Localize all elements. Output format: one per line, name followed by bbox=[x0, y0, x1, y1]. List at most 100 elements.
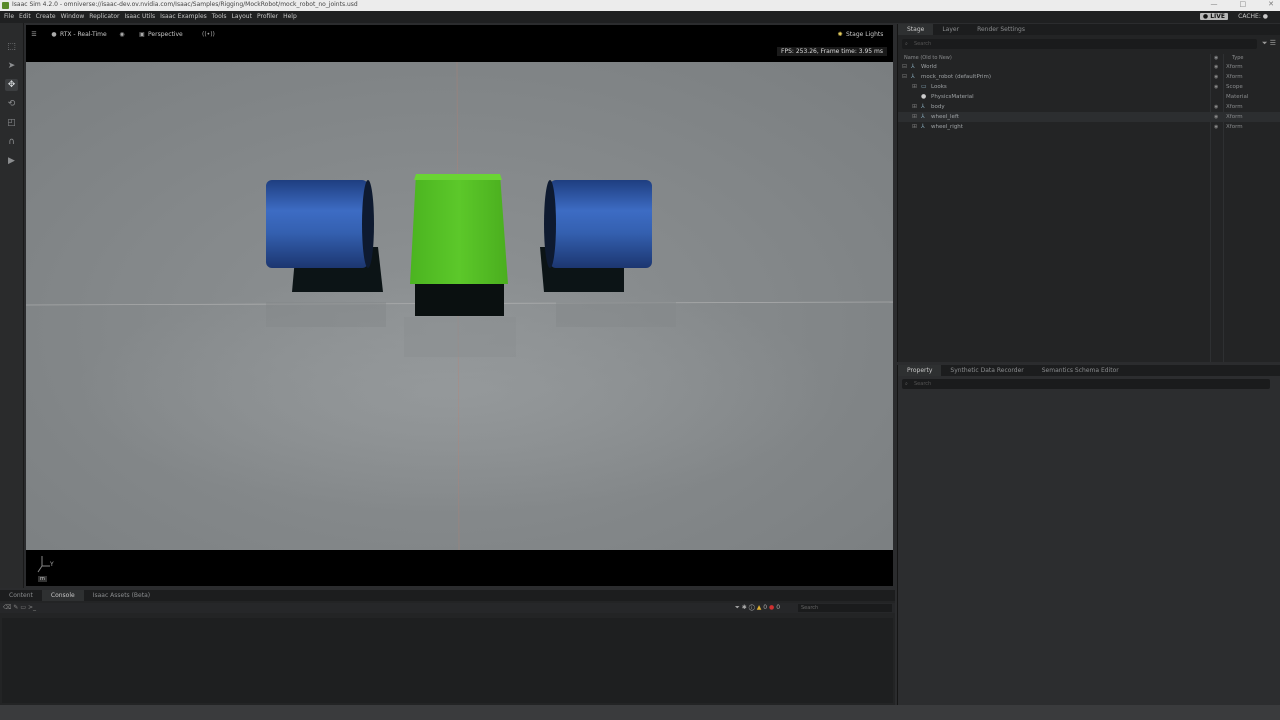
cache-status[interactable]: CACHE: ● bbox=[1238, 13, 1268, 20]
menu-window[interactable]: Window bbox=[61, 13, 85, 20]
tab-stage[interactable]: Stage bbox=[898, 24, 934, 35]
tab-property[interactable]: Property bbox=[898, 365, 942, 376]
minimize-button[interactable]: — bbox=[1211, 0, 1218, 8]
property-search-input[interactable]: ⌕ Search bbox=[902, 379, 1270, 389]
menu-tools[interactable]: Tools bbox=[212, 13, 227, 20]
expand-icon[interactable]: ⊞ bbox=[912, 82, 917, 92]
menu-file[interactable]: File bbox=[4, 13, 14, 20]
body-reflection bbox=[404, 317, 516, 357]
visibility-button[interactable]: ◉ bbox=[116, 28, 128, 42]
collapse-icon[interactable]: ⊟ bbox=[902, 62, 907, 72]
edit-icon[interactable]: ✎ bbox=[13, 604, 18, 611]
eye-icon[interactable]: ◉ bbox=[1214, 82, 1218, 92]
live-badge[interactable]: ● LIVE bbox=[1199, 13, 1228, 20]
axis-y-label: Y bbox=[50, 561, 54, 568]
menu-layout[interactable]: Layout bbox=[232, 13, 252, 20]
stage-search-input[interactable]: ⌕ Search bbox=[902, 39, 1257, 49]
wheel-left-mesh[interactable] bbox=[266, 180, 374, 268]
scene-svg bbox=[26, 61, 893, 551]
eye-icon[interactable]: ◉ bbox=[1214, 102, 1218, 112]
console-search-placeholder: Search bbox=[801, 605, 819, 611]
tab-console[interactable]: Console bbox=[41, 590, 84, 601]
tree-row-type: Xform bbox=[1226, 64, 1243, 70]
tree-row-looks[interactable]: ⊞ ▭ Looks ◉ Scope bbox=[898, 82, 1280, 92]
tab-content[interactable]: Content bbox=[0, 590, 42, 601]
tree-row-body[interactable]: ⊞ ⅄ body ◉ Xform bbox=[898, 102, 1280, 112]
menu-help[interactable]: Help bbox=[283, 13, 297, 20]
folder-icon: ▭ bbox=[921, 83, 927, 90]
camera-button[interactable]: ▣ Perspective bbox=[136, 28, 183, 42]
title-bar: Isaac Sim 4.2.0 - omniverse://isaac-dev.… bbox=[0, 0, 1280, 11]
column-name-header[interactable]: Name (Old to New) bbox=[904, 55, 952, 61]
menu-isaac-examples[interactable]: Isaac Examples bbox=[160, 13, 207, 20]
info-icon[interactable]: ⓘ bbox=[749, 604, 755, 611]
audio-button[interactable]: ((•)) bbox=[202, 28, 215, 42]
tree-row-mock-robot[interactable]: ⊟ ⅄ mock_robot (defaultPrim) ◉ Xform bbox=[898, 72, 1280, 82]
eye-icon[interactable]: ◉ bbox=[1214, 62, 1218, 72]
warning-icon[interactable]: ▲ bbox=[757, 604, 762, 611]
console-output[interactable] bbox=[2, 618, 893, 703]
tree-row-physics-material[interactable]: ● PhysicsMaterial Material bbox=[898, 92, 1280, 102]
tab-render-settings[interactable]: Render Settings bbox=[968, 24, 1034, 35]
collapse-icon[interactable]: ⊟ bbox=[902, 72, 907, 82]
camera-label: Perspective bbox=[148, 31, 183, 38]
eye-icon: ◉ bbox=[119, 31, 125, 38]
menu-create[interactable]: Create bbox=[36, 13, 56, 20]
tree-row-label: wheel_right bbox=[931, 124, 963, 130]
menu-edit[interactable]: Edit bbox=[19, 13, 31, 20]
tree-row-type: Material bbox=[1226, 94, 1249, 100]
move-tool-icon[interactable]: ✥ bbox=[5, 79, 18, 91]
tab-layer[interactable]: Layer bbox=[933, 24, 968, 35]
scale-tool-icon[interactable]: ◰ bbox=[5, 117, 18, 129]
eye-icon[interactable]: ◉ bbox=[1214, 72, 1218, 82]
console-toolbar: ⌫ ✎ ▭ >_ ⏷ ✱ ⓘ ▲ 0 ● 0 Search bbox=[0, 603, 895, 613]
search-icon: ⌕ bbox=[905, 41, 908, 47]
select-mode-icon[interactable]: ⬚ bbox=[5, 41, 18, 53]
play-icon[interactable]: ▶ bbox=[5, 155, 18, 167]
filter-icon[interactable]: ⏷ bbox=[1262, 39, 1268, 47]
close-button[interactable]: ✕ bbox=[1268, 0, 1274, 8]
tab-synthetic-data-recorder[interactable]: Synthetic Data Recorder bbox=[941, 365, 1032, 376]
error-icon[interactable]: ● bbox=[769, 604, 774, 611]
folder-icon[interactable]: ▭ bbox=[20, 604, 26, 611]
maximize-button[interactable]: □ bbox=[1240, 0, 1247, 8]
rotate-tool-icon[interactable]: ⟲ bbox=[5, 98, 18, 110]
stage-lights-button[interactable]: ✺ Stage Lights bbox=[834, 28, 883, 42]
eye-icon[interactable]: ◉ bbox=[1214, 112, 1218, 122]
snap-tool-icon[interactable]: ∩ bbox=[5, 136, 18, 148]
wheel-right-mesh[interactable] bbox=[544, 180, 652, 268]
column-type-header[interactable]: Type bbox=[1232, 55, 1243, 61]
tree-row-label: Looks bbox=[931, 84, 947, 90]
tab-isaac-assets[interactable]: Isaac Assets (Beta) bbox=[84, 590, 159, 601]
viewport[interactable]: ☰ ● RTX - Real-Time ◉ ▣ Perspective ((•)) … bbox=[26, 25, 893, 586]
select-arrow-icon[interactable]: ➤ bbox=[5, 60, 18, 72]
tab-semantics-schema-editor[interactable]: Semantics Schema Editor bbox=[1033, 365, 1128, 376]
tree-row-wheel-right[interactable]: ⊞ ⅄ wheel_right ◉ Xform bbox=[898, 122, 1280, 132]
viewport-menu-button[interactable]: ☰ bbox=[28, 28, 40, 42]
material-sphere-icon: ● bbox=[921, 93, 927, 100]
right-wheel-reflection bbox=[556, 302, 676, 327]
tree-row-type: Scope bbox=[1226, 84, 1243, 90]
body-mesh[interactable] bbox=[410, 174, 508, 284]
settings-icon[interactable]: ✱ bbox=[742, 604, 747, 611]
expand-icon[interactable]: ⊞ bbox=[912, 102, 917, 112]
scene-render[interactable] bbox=[26, 61, 893, 551]
viewport-footer: Y m bbox=[26, 550, 893, 586]
menu-isaac-utils[interactable]: Isaac Utils bbox=[124, 13, 155, 20]
menu-replicator[interactable]: Replicator bbox=[89, 13, 119, 20]
options-icon[interactable]: ☰ bbox=[1270, 39, 1276, 47]
console-search-input[interactable]: Search bbox=[798, 604, 892, 612]
prompt-icon[interactable]: >_ bbox=[28, 604, 36, 611]
expand-icon[interactable]: ⊞ bbox=[912, 122, 917, 132]
renderer-button[interactable]: ● RTX - Real-Time bbox=[48, 28, 107, 42]
filter-icon[interactable]: ⏷ bbox=[735, 604, 740, 611]
tree-row-world[interactable]: ⊟ ⅄ World ◉ Xform bbox=[898, 62, 1280, 72]
renderer-label: RTX - Real-Time bbox=[60, 31, 107, 38]
tree-row-wheel-left[interactable]: ⊞ ⅄ wheel_left ◉ Xform bbox=[898, 112, 1280, 122]
eye-icon[interactable]: ◉ bbox=[1214, 122, 1218, 132]
menu-profiler[interactable]: Profiler bbox=[257, 13, 278, 20]
clear-icon[interactable]: ⌫ bbox=[3, 604, 11, 611]
expand-icon[interactable]: ⊞ bbox=[912, 112, 917, 122]
left-wheel-reflection bbox=[266, 302, 386, 327]
status-bar bbox=[0, 705, 1280, 720]
